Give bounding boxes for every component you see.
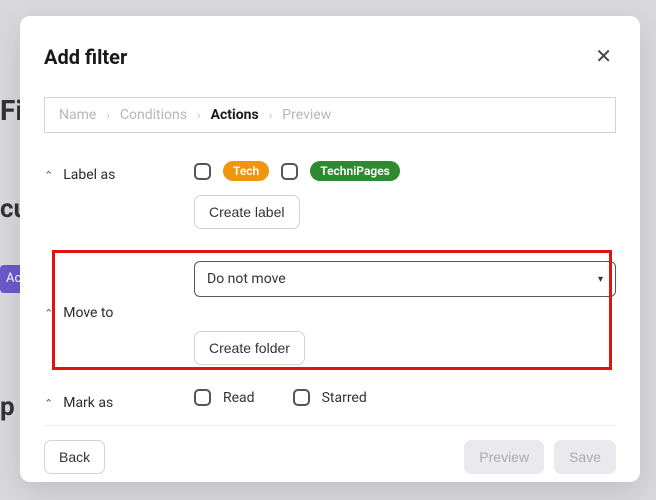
crumb-name[interactable]: Name <box>59 107 96 123</box>
section-title: Label as <box>63 167 115 183</box>
label-pill-tech: Tech <box>223 161 269 181</box>
checkbox-tech[interactable] <box>194 163 211 180</box>
sections: ⌃ Label as Tech TechniPages Create label… <box>44 155 616 425</box>
chevron-right-icon: › <box>106 108 110 122</box>
chevron-right-icon: › <box>197 108 201 122</box>
save-button[interactable]: Save <box>554 440 616 474</box>
modal-header: Add filter ✕ <box>44 40 616 73</box>
create-folder-button[interactable]: Create folder <box>194 331 305 365</box>
add-filter-modal: Add filter ✕ Name › Conditions › Actions… <box>20 16 640 482</box>
section-title: Mark as <box>63 395 113 411</box>
modal-footer: Back Preview Save <box>44 425 616 474</box>
breadcrumb: Name › Conditions › Actions › Preview <box>44 97 616 133</box>
section-toggle-label-as[interactable]: ⌃ Label as <box>44 161 194 183</box>
section-title: Move to <box>63 305 113 321</box>
section-toggle-move-to[interactable]: ⌃ Move to <box>44 261 194 321</box>
create-label-button[interactable]: Create label <box>194 195 300 229</box>
select-value: Do not move <box>207 271 286 287</box>
checkbox-read[interactable] <box>194 389 211 406</box>
crumb-conditions[interactable]: Conditions <box>120 107 187 123</box>
section-move-to: ⌃ Move to Do not move ▾ Create folder <box>44 243 616 379</box>
section-label-as: ⌃ Label as Tech TechniPages Create label <box>44 155 616 243</box>
starred-label: Starred <box>322 390 367 406</box>
chevron-right-icon: › <box>269 108 273 122</box>
back-button[interactable]: Back <box>44 440 105 474</box>
crumb-preview[interactable]: Preview <box>282 107 331 123</box>
preview-button[interactable]: Preview <box>464 440 544 474</box>
label-pill-technipages: TechniPages <box>310 161 400 181</box>
close-button[interactable]: ✕ <box>591 40 616 73</box>
section-toggle-mark-as[interactable]: ⌃ Mark as <box>44 389 194 411</box>
section-mark-as: ⌃ Mark as Read Starred <box>44 379 616 425</box>
caret-down-icon: ▾ <box>598 274 603 285</box>
modal-title: Add filter <box>44 45 127 69</box>
read-label: Read <box>223 390 255 406</box>
chevron-up-icon: ⌃ <box>44 397 53 410</box>
chevron-up-icon: ⌃ <box>44 307 53 320</box>
move-to-select[interactable]: Do not move ▾ <box>194 261 616 297</box>
crumb-actions[interactable]: Actions <box>211 107 259 123</box>
chevron-up-icon: ⌃ <box>44 169 53 182</box>
checkbox-technipages[interactable] <box>281 163 298 180</box>
checkbox-starred[interactable] <box>293 389 310 406</box>
